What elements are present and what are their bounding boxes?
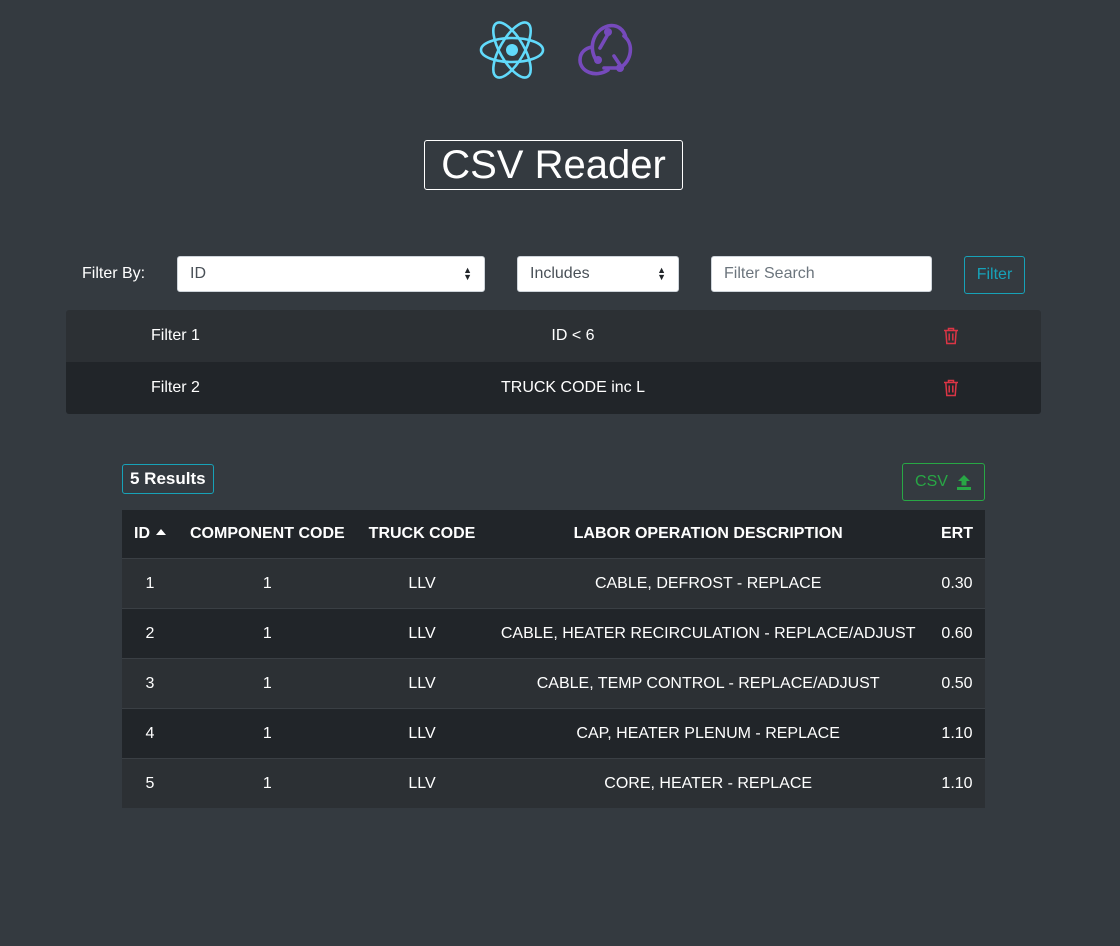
filter-field-value: ID — [190, 265, 206, 282]
cell-description: CABLE, TEMP CONTROL - REPLACE/ADJUST — [487, 658, 929, 709]
cell-description: CABLE, DEFROST - REPLACE — [487, 558, 929, 609]
upload-icon — [956, 475, 971, 490]
filter-expression: TRUCK CODE inc L — [500, 379, 646, 396]
redux-logo-icon — [578, 23, 633, 76]
cell-component-code: 1 — [178, 558, 357, 609]
cell-id: 3 — [122, 658, 178, 709]
filter-row: Filter 2 TRUCK CODE inc L — [66, 362, 1041, 414]
cell-truck-code: LLV — [356, 558, 488, 609]
table-row: 3 1 LLV CABLE, TEMP CONTROL - REPLACE/AD… — [122, 658, 985, 709]
column-header-component-code[interactable]: COMPONENT CODE — [178, 510, 357, 559]
filter-name: Filter 2 — [151, 379, 200, 396]
cell-description: CORE, HEATER - REPLACE — [487, 758, 929, 808]
cell-component-code: 1 — [178, 708, 357, 759]
column-header-id[interactable]: ID — [122, 510, 178, 559]
trash-icon[interactable] — [943, 379, 959, 397]
react-logo-icon — [479, 21, 545, 79]
filter-field-select[interactable]: ID ▲ ▼ — [177, 256, 485, 292]
cell-truck-code: LLV — [356, 658, 488, 709]
select-caret-icon: ▲ ▼ — [657, 265, 666, 282]
trash-icon[interactable] — [943, 327, 959, 345]
column-header-label: COMPONENT CODE — [190, 525, 345, 542]
sort-ascending-icon — [156, 529, 166, 535]
cell-truck-code: LLV — [356, 758, 488, 808]
cell-truck-code: LLV — [356, 608, 488, 659]
filter-search-input[interactable] — [711, 256, 932, 292]
results-table: ID COMPONENT CODE TRUCK CODE LABOR OPERA… — [122, 510, 985, 808]
cell-description: CAP, HEATER PLENUM - REPLACE — [487, 708, 929, 759]
cell-ert: 0.60 — [929, 608, 985, 659]
results-count-badge: 5 Results — [122, 464, 214, 494]
column-header-label: ID — [134, 525, 150, 542]
table-row: 1 1 LLV CABLE, DEFROST - REPLACE 0.30 — [122, 558, 985, 609]
csv-button-label: CSV — [915, 473, 948, 490]
select-caret-icon: ▲ ▼ — [463, 265, 472, 282]
column-header-ert[interactable]: ERT — [929, 510, 985, 559]
filter-operator-value: Includes — [530, 265, 590, 282]
column-header-description[interactable]: LABOR OPERATION DESCRIPTION — [487, 510, 929, 559]
filter-operator-select[interactable]: Includes ▲ ▼ — [517, 256, 679, 292]
column-header-truck-code[interactable]: TRUCK CODE — [356, 510, 488, 559]
column-header-label: LABOR OPERATION DESCRIPTION — [573, 525, 843, 542]
filter-expression: ID < 6 — [551, 327, 595, 344]
cell-id: 2 — [122, 608, 178, 659]
cell-id: 5 — [122, 758, 178, 808]
cell-ert: 1.10 — [929, 708, 985, 759]
cell-ert: 0.30 — [929, 558, 985, 609]
cell-component-code: 1 — [178, 608, 357, 659]
filter-name: Filter 1 — [151, 327, 200, 344]
cell-description: CABLE, HEATER RECIRCULATION - REPLACE/AD… — [487, 608, 929, 659]
cell-id: 4 — [122, 708, 178, 759]
cell-ert: 0.50 — [929, 658, 985, 709]
table-row: 2 1 LLV CABLE, HEATER RECIRCULATION - RE… — [122, 608, 985, 659]
cell-component-code: 1 — [178, 758, 357, 808]
column-header-label: TRUCK CODE — [368, 525, 476, 542]
filter-by-label: Filter By: — [82, 265, 146, 282]
page-title: CSV Reader — [424, 140, 683, 190]
filter-button[interactable]: Filter — [964, 256, 1025, 294]
cell-ert: 1.10 — [929, 758, 985, 808]
table-row: 5 1 LLV CORE, HEATER - REPLACE 1.10 — [122, 758, 985, 808]
filter-row: Filter 1 ID < 6 — [66, 310, 1041, 362]
table-header-row: ID COMPONENT CODE TRUCK CODE LABOR OPERA… — [122, 510, 985, 559]
table-row: 4 1 LLV CAP, HEATER PLENUM - REPLACE 1.1… — [122, 708, 985, 759]
active-filters-list: Filter 1 ID < 6 Filter 2 TRUCK CODE inc … — [66, 310, 1041, 414]
csv-export-button[interactable]: CSV — [902, 463, 985, 501]
cell-component-code: 1 — [178, 658, 357, 709]
column-header-label: ERT — [941, 525, 973, 542]
cell-id: 1 — [122, 558, 178, 609]
logo-row — [0, 16, 1120, 84]
cell-truck-code: LLV — [356, 708, 488, 759]
